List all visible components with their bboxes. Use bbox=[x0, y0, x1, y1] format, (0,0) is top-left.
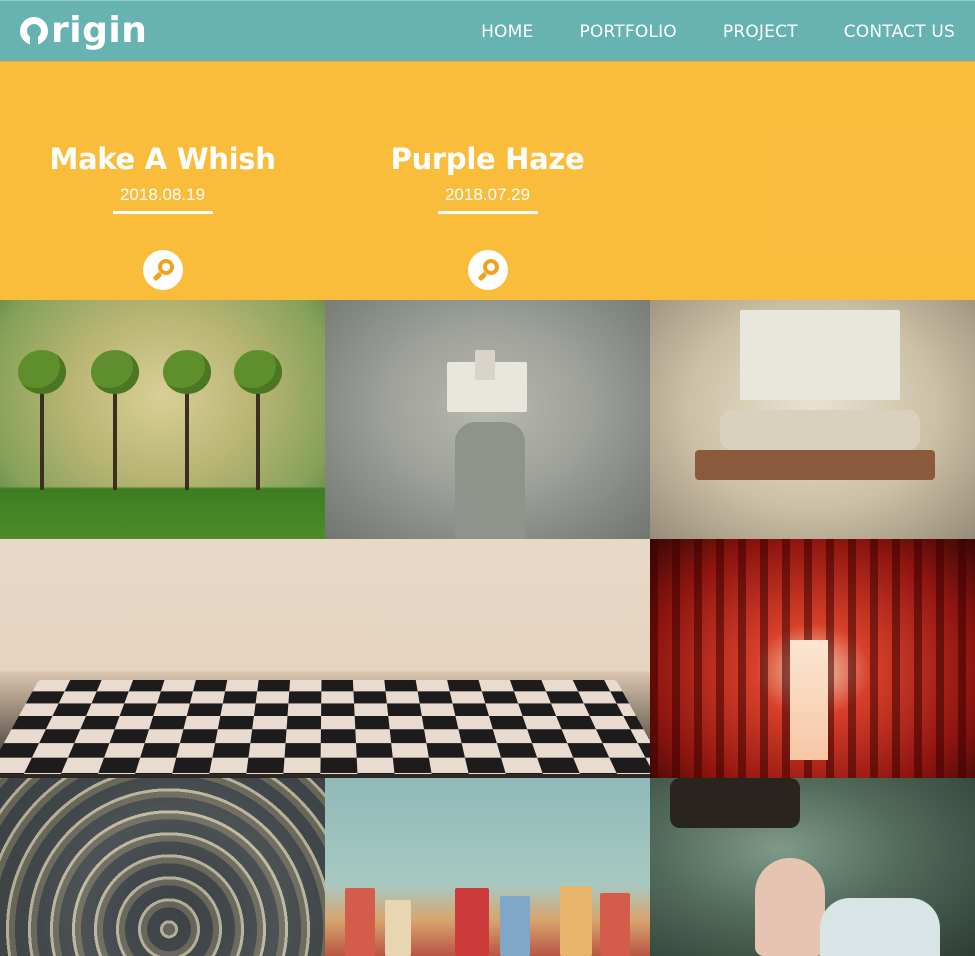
nav-home[interactable]: HOME bbox=[481, 22, 533, 42]
magnifier-icon bbox=[152, 259, 174, 282]
zoom-button[interactable] bbox=[142, 250, 183, 290]
featured-divider bbox=[437, 211, 538, 214]
featured-title: Purple Haze bbox=[390, 142, 585, 176]
nav-contact-us[interactable]: CONTACT US bbox=[844, 22, 955, 42]
portfolio-image-girl-in-grass[interactable] bbox=[650, 778, 975, 956]
site-logo[interactable]: rigin bbox=[20, 7, 147, 53]
portfolio-image-trees[interactable] bbox=[0, 300, 325, 539]
portfolio-image-cake[interactable] bbox=[650, 300, 975, 539]
site-header: rigin HOME PORTFOLIO PROJECT CONTACT US bbox=[0, 0, 975, 61]
featured-card-2[interactable]: Purple Haze 2018.07.29 bbox=[325, 61, 650, 300]
featured-title: Make A Whish bbox=[49, 142, 276, 176]
featured-card-3[interactable] bbox=[650, 61, 975, 300]
spiral-stairs-rings bbox=[0, 778, 325, 956]
featured-card-1[interactable]: Make A Whish 2018.08.19 bbox=[0, 61, 325, 300]
magnifier-icon bbox=[477, 259, 499, 282]
portfolio-image-tower[interactable] bbox=[325, 300, 650, 539]
main-nav: HOME PORTFOLIO PROJECT CONTACT US bbox=[481, 22, 955, 42]
portfolio-image-houses[interactable] bbox=[325, 778, 650, 956]
featured-date: 2018.08.19 bbox=[119, 185, 206, 204]
featured-date: 2018.07.29 bbox=[444, 185, 531, 204]
logo-o-mark bbox=[20, 17, 48, 46]
featured-divider bbox=[112, 211, 213, 214]
zoom-button[interactable] bbox=[467, 250, 508, 290]
nav-project[interactable]: PROJECT bbox=[723, 22, 798, 42]
torii-tunnel-light bbox=[790, 640, 828, 760]
nav-portfolio[interactable]: PORTFOLIO bbox=[579, 22, 676, 42]
logo-text: rigin bbox=[51, 9, 148, 51]
chessboard-pattern bbox=[0, 679, 669, 775]
